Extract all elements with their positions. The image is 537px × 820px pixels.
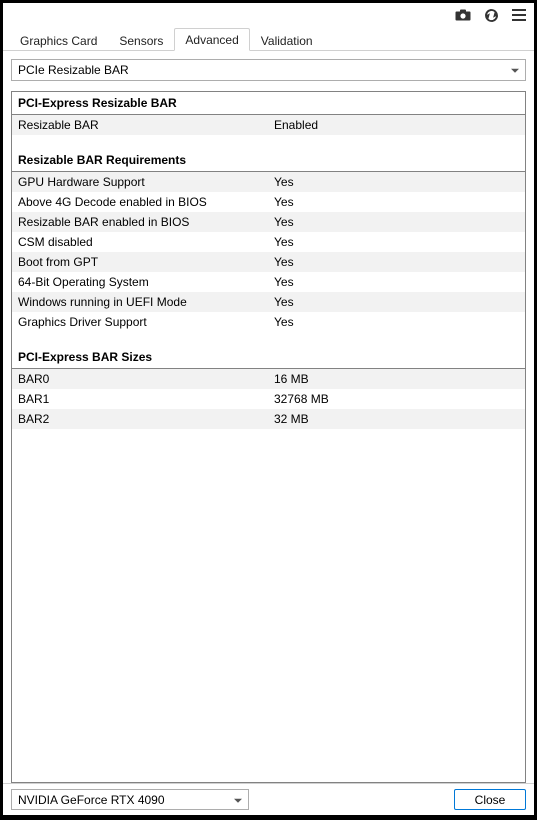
hamburger-icon: [512, 9, 526, 21]
table-row: Graphics Driver Support Yes: [12, 312, 525, 332]
section-rows-bar-sizes: BAR0 16 MB BAR1 32768 MB BAR2 32 MB: [12, 369, 525, 429]
refresh-button[interactable]: [482, 6, 500, 24]
row-label: BAR2: [18, 412, 274, 426]
row-label: 64-Bit Operating System: [18, 275, 274, 289]
row-value: Yes: [274, 255, 519, 269]
row-label: BAR0: [18, 372, 274, 386]
row-label: BAR1: [18, 392, 274, 406]
row-value: Enabled: [274, 118, 519, 132]
row-value: 16 MB: [274, 372, 519, 386]
menu-button[interactable]: [510, 6, 528, 24]
dropdown-selected: PCIe Resizable BAR: [18, 63, 129, 77]
table-row: Resizable BAR enabled in BIOS Yes: [12, 212, 525, 232]
row-value: Yes: [274, 275, 519, 289]
table-row: BAR2 32 MB: [12, 409, 525, 429]
gpu-select-dropdown[interactable]: NVIDIA GeForce RTX 4090: [11, 789, 249, 810]
section-rows-requirements: GPU Hardware Support Yes Above 4G Decode…: [12, 172, 525, 332]
row-label: Above 4G Decode enabled in BIOS: [18, 195, 274, 209]
table-row: Windows running in UEFI Mode Yes: [12, 292, 525, 312]
bottom-bar: NVIDIA GeForce RTX 4090 Close: [3, 783, 534, 815]
tab-validation[interactable]: Validation: [250, 29, 324, 51]
main-window: Graphics Card Sensors Advanced Validatio…: [2, 2, 535, 816]
row-label: GPU Hardware Support: [18, 175, 274, 189]
row-value: Yes: [274, 175, 519, 189]
section-rows-resizable-bar: Resizable BAR Enabled: [12, 115, 525, 135]
titlebar: [3, 3, 534, 27]
table-row: 64-Bit Operating System Yes: [12, 272, 525, 292]
section-header-requirements: Resizable BAR Requirements: [12, 149, 525, 172]
close-button[interactable]: Close: [454, 789, 526, 810]
row-label: Windows running in UEFI Mode: [18, 295, 274, 309]
details-panel[interactable]: PCI-Express Resizable BAR Resizable BAR …: [11, 91, 526, 783]
table-row: CSM disabled Yes: [12, 232, 525, 252]
row-value: 32768 MB: [274, 392, 519, 406]
row-label: Graphics Driver Support: [18, 315, 274, 329]
row-value: Yes: [274, 195, 519, 209]
section-header-bar-sizes: PCI-Express BAR Sizes: [12, 346, 525, 369]
table-row: Resizable BAR Enabled: [12, 115, 525, 135]
row-value: 32 MB: [274, 412, 519, 426]
table-row: Above 4G Decode enabled in BIOS Yes: [12, 192, 525, 212]
row-label: Boot from GPT: [18, 255, 274, 269]
row-value: Yes: [274, 295, 519, 309]
tab-sensors[interactable]: Sensors: [108, 29, 174, 51]
table-row: BAR1 32768 MB: [12, 389, 525, 409]
section-header-resizable-bar: PCI-Express Resizable BAR: [12, 92, 525, 115]
table-row: GPU Hardware Support Yes: [12, 172, 525, 192]
tab-strip: Graphics Card Sensors Advanced Validatio…: [3, 27, 534, 51]
table-row: Boot from GPT Yes: [12, 252, 525, 272]
refresh-icon: [484, 8, 499, 23]
screenshot-button[interactable]: [454, 6, 472, 24]
row-value: Yes: [274, 315, 519, 329]
tab-graphics-card[interactable]: Graphics Card: [9, 29, 108, 51]
row-value: Yes: [274, 235, 519, 249]
category-dropdown[interactable]: PCIe Resizable BAR: [11, 59, 526, 81]
gpu-selected-label: NVIDIA GeForce RTX 4090: [18, 793, 165, 807]
table-row: BAR0 16 MB: [12, 369, 525, 389]
row-label: Resizable BAR: [18, 118, 274, 132]
camera-icon: [455, 9, 471, 21]
content-area: PCIe Resizable BAR PCI-Express Resizable…: [3, 51, 534, 783]
row-label: CSM disabled: [18, 235, 274, 249]
row-label: Resizable BAR enabled in BIOS: [18, 215, 274, 229]
tab-advanced[interactable]: Advanced: [174, 28, 249, 51]
row-value: Yes: [274, 215, 519, 229]
